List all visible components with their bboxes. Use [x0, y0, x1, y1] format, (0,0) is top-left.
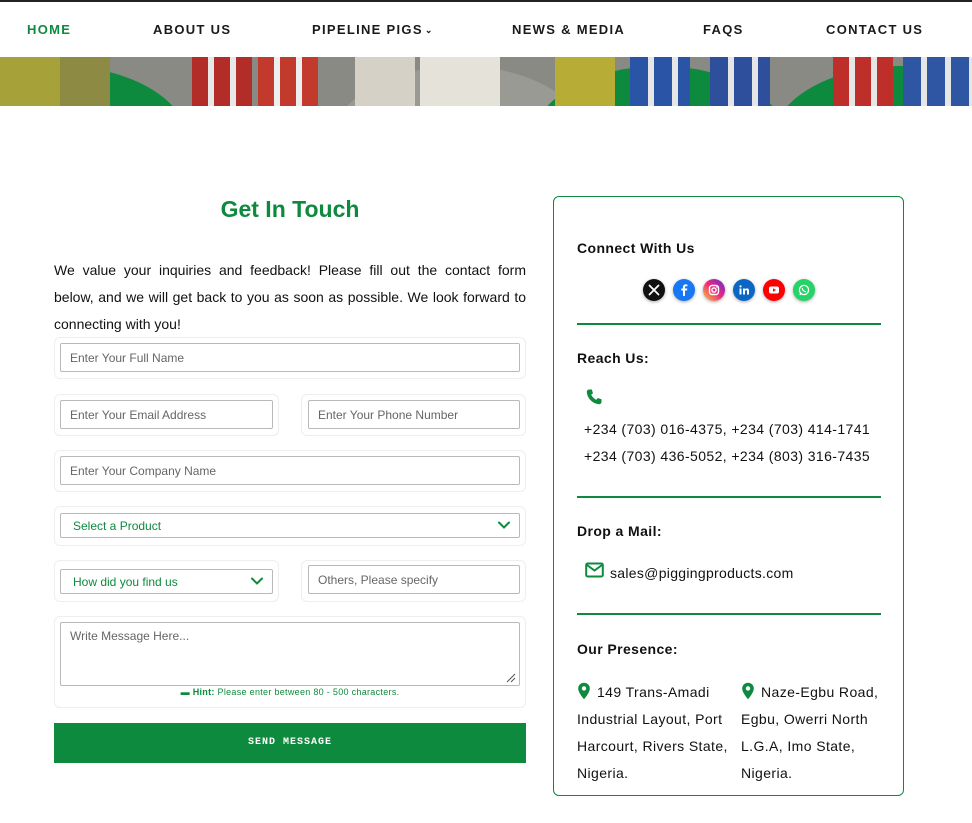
location-pin-icon [578, 682, 590, 700]
source-select[interactable]: How did you find us [60, 569, 273, 594]
linkedin-icon[interactable] [733, 279, 755, 301]
comment-icon: ▬ [180, 687, 190, 697]
instagram-icon[interactable] [703, 279, 725, 301]
phone-input[interactable] [308, 400, 520, 429]
whatsapp-icon[interactable] [793, 279, 815, 301]
address-port-harcourt-text: 149 Trans-Amadi Industrial Layout, Port … [577, 684, 728, 781]
location-pin-icon [742, 682, 754, 700]
source-select-value: How did you find us [73, 575, 178, 589]
chevron-down-icon: ⌄ [424, 25, 434, 35]
nav-news-media[interactable]: NEWS & MEDIA [512, 22, 625, 37]
drop-mail-heading: Drop a Mail: [577, 523, 662, 539]
others-input[interactable] [308, 565, 520, 594]
facebook-icon[interactable] [673, 279, 695, 301]
connect-heading: Connect With Us [577, 240, 695, 256]
our-presence-heading: Our Presence: [577, 641, 678, 657]
form-title: Get In Touch [220, 196, 360, 222]
nav-contact-us[interactable]: CONTACT US [826, 22, 923, 37]
full-name-input[interactable] [60, 343, 520, 372]
product-select[interactable]: Select a Product [60, 513, 520, 538]
nav-pipeline-pigs-label: PIPELINE PIGS [312, 22, 423, 37]
resize-grip-icon[interactable] [506, 673, 516, 683]
nav-home[interactable]: HOME [27, 22, 71, 37]
chevron-down-icon [498, 521, 510, 529]
phone-numbers-line-2[interactable]: +234 (703) 436-5052, +234 (803) 316-7435 [584, 448, 870, 464]
divider [577, 496, 881, 498]
message-textarea[interactable] [60, 622, 520, 686]
main-nav: HOME ABOUT US PIPELINE PIGS ⌄ NEWS & MEDI… [0, 2, 972, 57]
youtube-icon[interactable] [763, 279, 785, 301]
divider [577, 613, 881, 615]
nav-about-us[interactable]: ABOUT US [153, 22, 231, 37]
send-message-button[interactable]: SEND MESSAGE [54, 723, 526, 763]
company-input[interactable] [60, 456, 520, 485]
nav-pipeline-pigs[interactable]: PIPELINE PIGS ⌄ [312, 22, 434, 37]
email-link[interactable]: sales@piggingproducts.com [610, 565, 794, 581]
reach-us-heading: Reach Us: [577, 350, 650, 366]
address-owerri-text: Naze-Egbu Road, Egbu, Owerri North L.G.A… [741, 684, 879, 781]
chevron-down-icon [251, 577, 263, 585]
address-port-harcourt: 149 Trans-Amadi Industrial Layout, Port … [577, 679, 731, 787]
nav-faqs[interactable]: FAQS [703, 22, 744, 37]
envelope-icon [585, 562, 604, 578]
hero-banner-image [0, 57, 972, 106]
product-select-value: Select a Product [73, 519, 162, 533]
email-input[interactable] [60, 400, 273, 429]
message-hint: ▬ Hint: Please enter between 80 - 500 ch… [54, 687, 526, 697]
address-owerri: Naze-Egbu Road, Egbu, Owerri North L.G.A… [741, 679, 881, 787]
hint-text: Please enter between 80 - 500 characters… [217, 687, 400, 697]
phone-icon [586, 389, 602, 405]
hint-label: Hint: [192, 687, 215, 697]
form-intro-text: We value your inquiries and feedback! Pl… [54, 262, 526, 332]
x-icon[interactable] [643, 279, 665, 301]
divider [577, 323, 881, 325]
phone-numbers-line-1[interactable]: +234 (703) 016-4375, +234 (703) 414-1741 [584, 421, 870, 437]
